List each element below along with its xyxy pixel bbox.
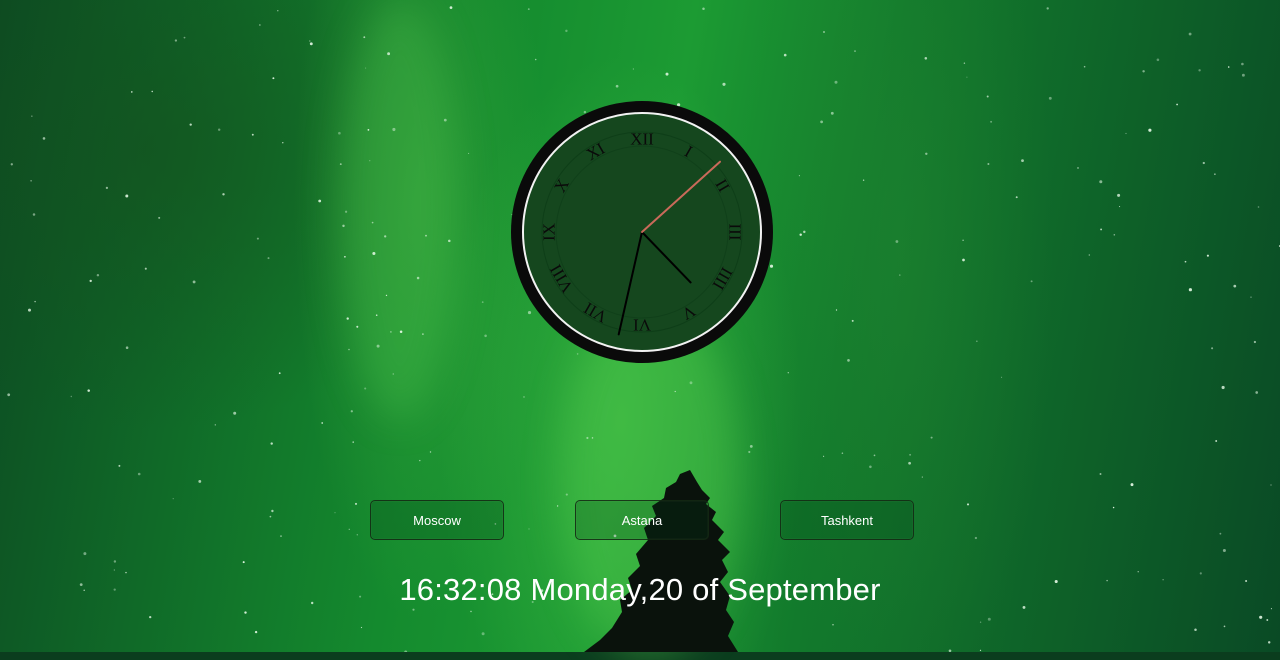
digital-time: 16:32:08 (399, 572, 522, 607)
clock-numeral: XII (630, 130, 654, 149)
digital-datetime: 16:32:08 Monday,20 of September (0, 572, 1280, 608)
clock-numeral: III (726, 224, 745, 241)
city-button-tashkent[interactable]: Tashkent (780, 500, 914, 540)
city-button-astana[interactable]: Astana (575, 500, 709, 540)
date-text: Monday,20 of September (530, 572, 881, 607)
clock-numeral: VI (633, 316, 651, 335)
city-button-moscow[interactable]: Moscow (370, 500, 504, 540)
analog-clock: XII I II III IIII V VI VII VIII IX X XI (509, 99, 775, 365)
clock-numeral: IX (540, 223, 559, 241)
